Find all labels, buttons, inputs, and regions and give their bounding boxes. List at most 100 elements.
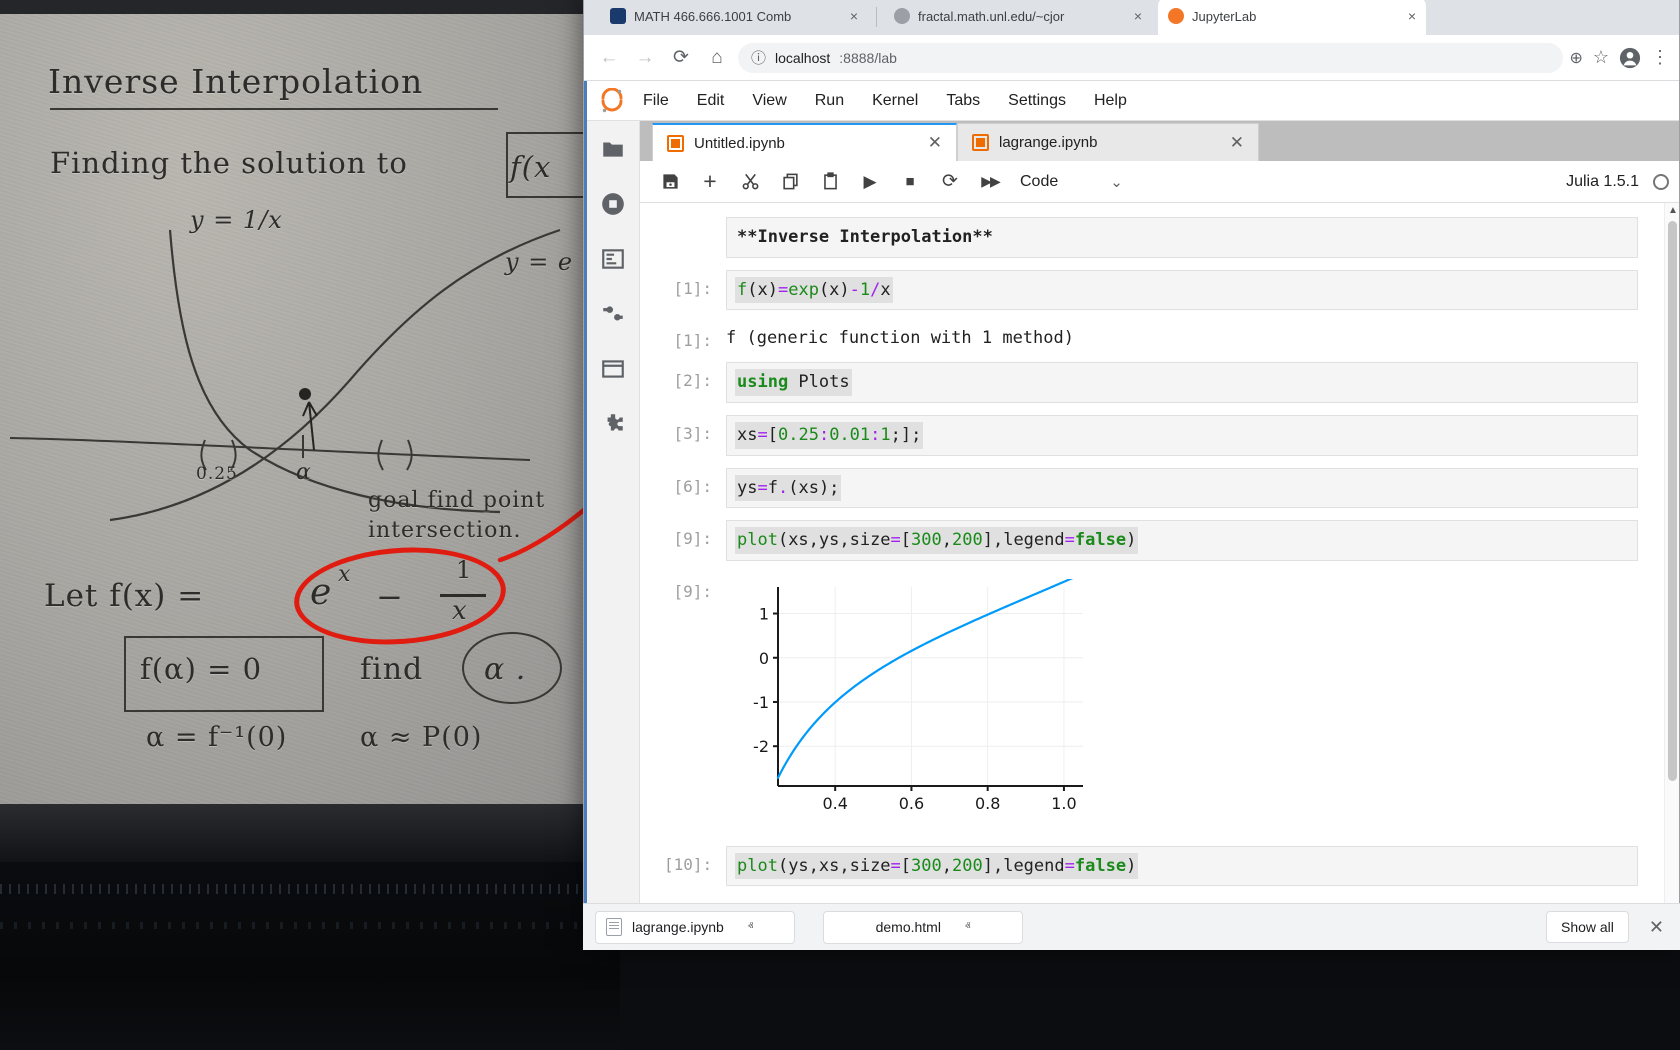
- hw-eqbox-bottom: [124, 710, 324, 712]
- tab-favicon: [1168, 8, 1184, 24]
- tab-title: MATH 466.666.1001 Comb: [634, 9, 791, 24]
- cell-input[interactable]: plot(ys,xs,size=[300,200],legend=false): [726, 846, 1638, 887]
- notebook-cell-3[interactable]: [3]: xs=[0.25:0.01:1;];: [664, 415, 1638, 456]
- tab-title: fractal.math.unl.edu/~cjor: [918, 9, 1064, 24]
- zoom-icon[interactable]: ⊕: [1569, 48, 1582, 68]
- tab-close-icon[interactable]: ×: [1408, 8, 1416, 24]
- cell-input[interactable]: plot(xs,ys,size=[300,200],legend=false): [726, 520, 1638, 561]
- cut-icon[interactable]: [730, 166, 770, 198]
- output-prompt: [9]:: [664, 573, 726, 601]
- profile-avatar-icon[interactable]: [1619, 47, 1641, 69]
- restart-kernel-icon[interactable]: ⟳: [930, 166, 970, 198]
- scrollbar-thumb[interactable]: [1668, 221, 1677, 781]
- tab-close-icon[interactable]: ×: [1134, 8, 1142, 24]
- svg-text:-1: -1: [753, 693, 769, 712]
- menu-edit[interactable]: Edit: [683, 86, 739, 116]
- close-shelf-icon[interactable]: ✕: [1645, 917, 1668, 938]
- notebook-tab-close-icon[interactable]: ✕: [928, 133, 942, 153]
- site-info-icon[interactable]: ⓘ: [751, 47, 766, 68]
- cell-type-value: Code: [1020, 173, 1058, 191]
- notebook-scrollbar[interactable]: ▲ ▼: [1664, 203, 1679, 933]
- tab-favicon: [610, 8, 626, 24]
- notebook-tab-close-icon[interactable]: ✕: [1230, 133, 1244, 153]
- svg-text:0.4: 0.4: [822, 794, 847, 813]
- home-icon[interactable]: ⌂: [702, 43, 732, 73]
- download-label: lagrange.ipynb: [632, 919, 724, 935]
- hw-goal-line1: goal find point: [368, 488, 545, 513]
- chevron-up-icon[interactable]: ⱏ: [748, 921, 753, 934]
- notebook-cell-markdown[interactable]: **Inverse Interpolation**: [664, 217, 1638, 258]
- open-tabs-icon[interactable]: [599, 355, 627, 383]
- notebook-tabbar: Untitled.ipynb ✕ lagrange.ipynb ✕: [640, 121, 1679, 161]
- notebook-cell-10[interactable]: [10]: plot(ys,xs,size=[300,200],legend=f…: [664, 846, 1638, 887]
- insert-cell-icon[interactable]: +: [690, 166, 730, 198]
- notebook-cell-6[interactable]: [6]: ys=f.(xs);: [664, 468, 1638, 509]
- save-icon[interactable]: [650, 166, 690, 198]
- url-host: localhost: [775, 50, 830, 66]
- scroll-up-icon[interactable]: ▲: [1668, 205, 1678, 216]
- cell-source: xs=[0.25:0.01:1;];: [735, 422, 923, 449]
- browser-tab-0[interactable]: MATH 466.666.1001 Comb ×: [600, 0, 868, 35]
- copy-icon[interactable]: [770, 166, 810, 198]
- browser-tab-partial[interactable]: [1434, 0, 1494, 35]
- notebook-tab-untitled[interactable]: Untitled.ipynb ✕: [652, 123, 957, 161]
- menu-help[interactable]: Help: [1080, 86, 1141, 116]
- show-all-downloads-button[interactable]: Show all: [1546, 911, 1629, 943]
- running-terminals-icon[interactable]: [599, 190, 627, 218]
- cell-prompt: [3]:: [664, 415, 726, 443]
- hw-title-underline: [50, 108, 498, 110]
- back-icon[interactable]: ←: [594, 43, 624, 73]
- cell-input[interactable]: **Inverse Interpolation**: [726, 217, 1638, 258]
- download-item-lagrange[interactable]: lagrange.ipynb ⱏ: [595, 911, 795, 944]
- menu-kernel[interactable]: Kernel: [858, 86, 932, 116]
- cell-prompt: [6]:: [664, 468, 726, 496]
- notebook-tab-lagrange[interactable]: lagrange.ipynb ✕: [957, 123, 1259, 161]
- extension-manager-icon[interactable]: [599, 410, 627, 438]
- hw-let-line: Let f(x) =: [44, 578, 204, 614]
- hw-box-left: [506, 132, 508, 198]
- property-inspector-icon[interactable]: [599, 300, 627, 328]
- commands-icon[interactable]: [599, 245, 627, 273]
- menu-view[interactable]: View: [738, 86, 800, 116]
- cell-input[interactable]: f(x)=exp(x)-1/x: [726, 270, 1638, 311]
- output-text: f (generic function with 1 method): [726, 328, 1074, 348]
- forward-icon[interactable]: →: [630, 43, 660, 73]
- menu-tabs[interactable]: Tabs: [932, 86, 994, 116]
- cell-prompt: [664, 217, 726, 226]
- jupyter-logo-icon: [595, 86, 629, 116]
- download-item-demo[interactable]: demo.html ⱏ: [823, 911, 1023, 944]
- chevron-up-icon[interactable]: ⱏ: [965, 921, 970, 934]
- cell-input[interactable]: using Plots: [726, 362, 1638, 403]
- address-bar[interactable]: ⓘ localhost:8888/lab: [738, 43, 1563, 73]
- tab-close-icon[interactable]: ×: [850, 8, 858, 24]
- hw-title: Inverse Interpolation: [48, 62, 423, 101]
- menu-run[interactable]: Run: [801, 86, 858, 116]
- browser-menu-icon[interactable]: ⋮: [1651, 47, 1669, 68]
- menu-file[interactable]: File: [629, 86, 683, 116]
- svg-text:1.0: 1.0: [1051, 794, 1076, 813]
- notebook-cell-1[interactable]: [1]: f(x)=exp(x)-1/x: [664, 270, 1638, 311]
- browser-tab-1[interactable]: fractal.math.unl.edu/~cjor ×: [884, 0, 1152, 35]
- reload-icon[interactable]: ⟳: [666, 43, 696, 73]
- browser-tab-2[interactable]: JupyterLab ×: [1158, 0, 1426, 35]
- jupyter-left-sidebar: [587, 121, 640, 933]
- hw-line1: Finding the solution to: [50, 146, 408, 180]
- cell-input[interactable]: xs=[0.25:0.01:1;];: [726, 415, 1638, 456]
- hw-bottom-right: α ≈ P(0): [360, 722, 482, 753]
- restart-run-all-icon[interactable]: ▶▶: [970, 166, 1010, 198]
- notebook-tab-label: lagrange.ipynb: [999, 134, 1097, 151]
- notebook-cell-9[interactable]: [9]: plot(xs,ys,size=[300,200],legend=fa…: [664, 520, 1638, 561]
- notebook-cell-2[interactable]: [2]: using Plots: [664, 362, 1638, 403]
- hw-tick-025: 0.25: [196, 464, 238, 484]
- notebook-file-icon: [972, 134, 989, 151]
- notebook-cell-list: **Inverse Interpolation** [1]: f(x)=exp(…: [640, 203, 1664, 933]
- cell-input[interactable]: ys=f.(xs);: [726, 468, 1638, 509]
- kernel-indicator-area[interactable]: Julia 1.5.1: [1566, 173, 1669, 191]
- paste-icon[interactable]: [810, 166, 850, 198]
- bookmark-star-icon[interactable]: ☆: [1593, 47, 1609, 68]
- cell-type-select[interactable]: Code ⌄: [1020, 173, 1123, 191]
- menu-settings[interactable]: Settings: [994, 86, 1080, 116]
- run-cell-icon[interactable]: ▶: [850, 166, 890, 198]
- stop-kernel-icon[interactable]: ■: [890, 166, 930, 198]
- file-browser-icon[interactable]: [599, 135, 627, 163]
